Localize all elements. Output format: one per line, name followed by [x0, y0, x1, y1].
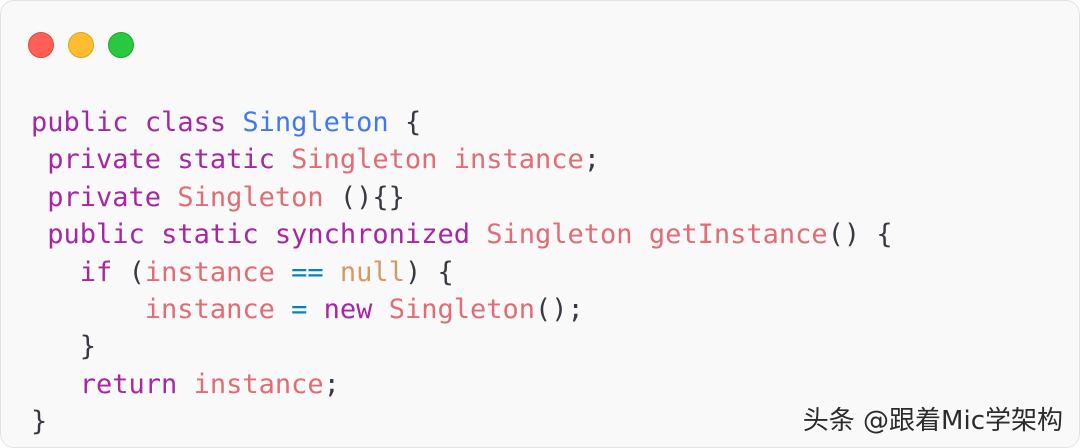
code-line-3: private Singleton (){}	[31, 179, 893, 216]
keyword: public	[31, 107, 129, 138]
variable: instance	[144, 293, 275, 325]
keyword: synchronized	[274, 219, 470, 251]
punctuation: ;	[583, 144, 601, 176]
punctuation: }	[79, 331, 97, 363]
keyword: private	[47, 144, 162, 176]
type-name: Singleton	[486, 219, 633, 251]
keyword: static	[161, 219, 259, 251]
code-block: public class Singleton { private static …	[31, 104, 893, 441]
keyword: new	[323, 293, 373, 325]
code-line-9: }	[31, 403, 893, 440]
punctuation: (	[128, 256, 145, 288]
punctuation: }	[31, 406, 48, 438]
keyword: public	[47, 219, 145, 251]
punctuation: {	[404, 107, 422, 138]
minimize-window-icon[interactable]	[68, 32, 94, 58]
variable: instance	[144, 256, 275, 288]
zoom-window-icon[interactable]	[108, 32, 134, 58]
class-name: Singleton	[242, 107, 389, 138]
keyword: static	[177, 144, 275, 176]
variable: instance	[453, 144, 584, 176]
type-name: Singleton	[177, 181, 324, 213]
code-line-4: public static synchronized Singleton get…	[31, 216, 893, 253]
watermark: 头条 @跟着Mic学架构	[802, 406, 1063, 436]
code-line-2: private static Singleton instance;	[31, 141, 893, 178]
variable: instance	[193, 368, 324, 400]
code-window: public class Singleton { private static …	[0, 0, 1080, 448]
punctuation: ();	[535, 293, 584, 325]
type-name: Singleton	[291, 144, 438, 176]
keyword: if	[79, 256, 113, 288]
code-line-1: public class Singleton {	[31, 104, 893, 141]
code-line-7: }	[31, 328, 893, 365]
literal: null	[339, 256, 405, 288]
code-line-8: return instance;	[31, 366, 893, 403]
keyword: return	[79, 368, 178, 400]
close-window-icon[interactable]	[28, 32, 54, 58]
punctuation: ) {	[404, 256, 454, 288]
keyword: private	[47, 181, 162, 213]
punctuation: (){}	[339, 181, 405, 213]
code-line-6: instance = new Singleton();	[31, 291, 893, 328]
punctuation: ;	[323, 368, 340, 400]
window-controls	[28, 32, 134, 58]
method-name: getInstance	[648, 219, 828, 251]
code-line-5: if (instance == null) {	[31, 254, 893, 291]
operator: ==	[291, 256, 324, 288]
operator: =	[291, 293, 308, 325]
punctuation: () {	[827, 219, 893, 251]
keyword: class	[144, 107, 227, 138]
type-name: Singleton	[388, 293, 535, 325]
